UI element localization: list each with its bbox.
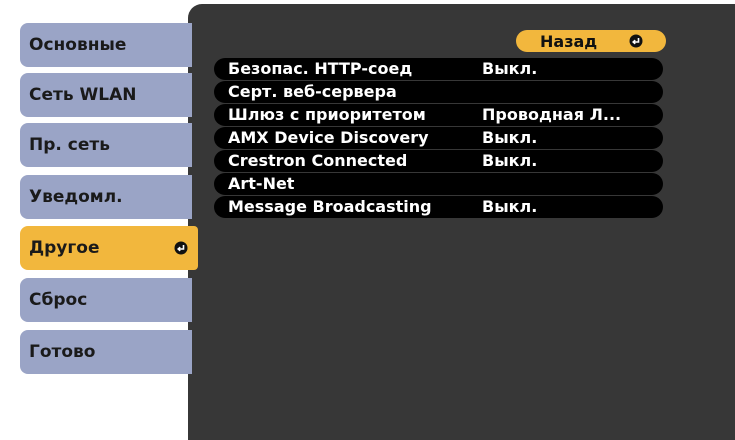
setting-row-amx-discovery[interactable]: AMX Device Discovery Выкл. <box>214 127 663 149</box>
enter-icon <box>174 241 188 255</box>
setting-name: Art-Net <box>228 174 295 193</box>
tab-wired-network[interactable]: Пр. сеть <box>20 123 192 167</box>
tab-notifications[interactable]: Уведомл. <box>20 175 192 219</box>
setting-value: Выкл. <box>482 128 538 147</box>
tab-wlan[interactable]: Сеть WLAN <box>20 73 192 117</box>
setting-value: Выкл. <box>482 151 538 170</box>
setting-row-web-server-cert[interactable]: Серт. веб-сервера <box>214 81 663 103</box>
tab-label: Готово <box>29 342 96 362</box>
tab-other[interactable]: Другое <box>20 226 198 270</box>
setting-name: AMX Device Discovery <box>228 128 429 147</box>
tab-label: Уведомл. <box>29 187 123 207</box>
setting-name: Серт. веб-сервера <box>228 82 397 101</box>
tab-done[interactable]: Готово <box>20 330 192 374</box>
tab-label: Сброс <box>29 290 88 310</box>
tab-label: Пр. сеть <box>29 135 110 155</box>
back-button[interactable]: Назад <box>516 30 666 52</box>
setting-name: Безопас. HTTP-соед <box>228 59 413 78</box>
tab-basic[interactable]: Основные <box>20 23 192 67</box>
setting-name: Шлюз с приоритетом <box>228 105 426 124</box>
setting-value: Проводная Л... <box>482 105 622 124</box>
setting-row-https[interactable]: Безопас. HTTP-соед Выкл. <box>214 58 663 80</box>
setting-row-crestron[interactable]: Crestron Connected Выкл. <box>214 150 663 172</box>
tab-label: Основные <box>29 35 127 55</box>
setting-value: Выкл. <box>482 59 538 78</box>
setting-name: Crestron Connected <box>228 151 408 170</box>
back-button-label: Назад <box>540 31 598 51</box>
setting-name: Message Broadcasting <box>228 197 432 216</box>
setting-row-message-broadcasting[interactable]: Message Broadcasting Выкл. <box>214 196 663 218</box>
setting-row-art-net[interactable]: Art-Net <box>214 173 663 195</box>
setting-value: Выкл. <box>482 197 538 216</box>
tab-label: Сеть WLAN <box>29 85 137 105</box>
enter-icon <box>629 34 643 48</box>
tab-label: Другое <box>29 238 100 258</box>
tab-reset[interactable]: Сброс <box>20 278 192 322</box>
setting-row-priority-gateway[interactable]: Шлюз с приоритетом Проводная Л... <box>214 104 663 126</box>
